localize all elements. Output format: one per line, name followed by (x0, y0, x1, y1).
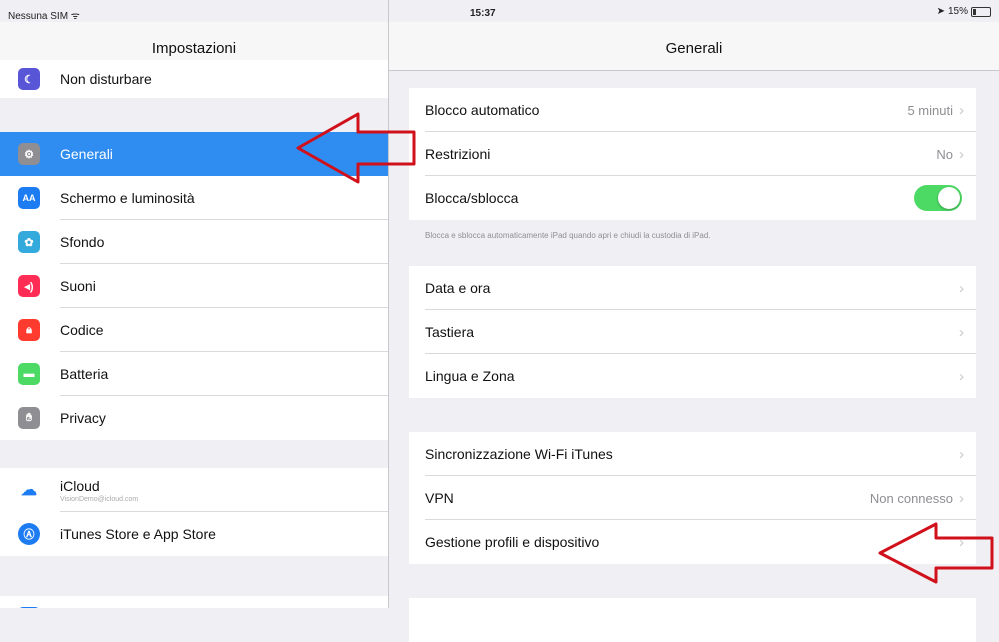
sidebar-item-label: Non disturbare (60, 71, 152, 87)
sidebar-item-sfondo[interactable]: ✿ Sfondo (0, 220, 388, 264)
setting-sync-wifi-itunes[interactable]: Sincronizzazione Wi-Fi iTunes › (409, 432, 976, 476)
footnote: Blocca e sblocca automaticamente iPad qu… (425, 231, 711, 240)
setting-tastiera[interactable]: Tastiera › (409, 310, 976, 354)
sidebar-item-icloud[interactable]: ☁ iCloud VisionDemo@icloud.com (0, 468, 388, 512)
setting-value: 5 minuti (907, 102, 953, 118)
setting-label: Lingua e Zona (425, 368, 515, 384)
wallpaper-icon: ✿ (18, 231, 40, 253)
sidebar-item-label: iCloud (60, 477, 100, 494)
battery-status: ➤ 15% (937, 6, 991, 17)
chevron-right-icon: › (959, 101, 964, 119)
appstore-icon: Ⓐ (18, 523, 40, 545)
moon-icon: ☾ (18, 68, 40, 90)
gear-icon: ⚙ (18, 143, 40, 165)
detail-header: Generali (389, 22, 999, 71)
sidebar-item-label: Suoni (60, 278, 96, 294)
sidebar-item-label: Sfondo (60, 234, 105, 250)
chevron-right-icon: › (959, 145, 964, 163)
lock-icon: 🔒︎ (18, 319, 40, 341)
sidebar-item-label: Codice (60, 322, 104, 338)
lock-unlock-toggle[interactable] (914, 185, 962, 211)
icloud-account-email: VisionDemo@icloud.com (60, 495, 139, 503)
detail-panel: Generali Blocco automatico 5 minuti › Re… (389, 0, 999, 642)
sidebar-item-appstore[interactable]: Ⓐ iTunes Store e App Store (0, 512, 388, 556)
chevron-right-icon: › (959, 279, 964, 297)
setting-label: Blocco automatico (425, 102, 540, 118)
status-bar: Nessuna SIM ᯤ 15:37 ➤ 15% (0, 0, 999, 22)
setting-label: Restrizioni (425, 146, 491, 162)
display-icon: AA (18, 187, 40, 209)
battery-icon: ▬ (18, 363, 40, 385)
setting-value: No (936, 146, 953, 162)
sidebar-item-label: iTunes Store e App Store (60, 526, 216, 542)
cloud-icon: ☁ (18, 479, 40, 501)
setting-vpn[interactable]: VPN Non connesso › (409, 476, 976, 520)
setting-blocca-sblocca: Blocca/sblocca (409, 176, 976, 220)
sidebar-title: Impostazioni (151, 40, 237, 57)
chevron-right-icon: › (959, 323, 964, 341)
chevron-right-icon: › (959, 367, 964, 385)
sidebar-item-batteria[interactable]: ▬ Batteria (0, 352, 388, 396)
setting-label: Data e ora (425, 280, 491, 296)
battery-percent: 15% (947, 6, 968, 17)
sidebar-item-non-disturbare[interactable]: ☾ Non disturbare (0, 60, 388, 98)
sidebar-item-label: Schermo e luminosità (60, 190, 195, 206)
annotation-arrow-left-profiles (878, 522, 994, 584)
settings-sidebar: Impostazioni ☾ Non disturbare ⚙ Generali… (0, 0, 389, 608)
sidebar-item-partial[interactable] (0, 596, 388, 608)
chevron-right-icon: › (959, 445, 964, 463)
sidebar-item-label: Generali (60, 146, 113, 162)
clock: 15:37 (470, 8, 496, 19)
sidebar-item-privacy[interactable]: ✋︎ Privacy (0, 396, 388, 440)
setting-label: Sincronizzazione Wi-Fi iTunes (425, 446, 613, 462)
chevron-right-icon: › (959, 489, 964, 507)
setting-data-e-ora[interactable]: Data e ora › (409, 266, 976, 310)
speaker-icon: ◂) (18, 275, 40, 297)
sidebar-item-label: Batteria (60, 366, 109, 382)
location-arrow-icon: ➤ (936, 6, 945, 17)
setting-label: Blocca/sblocca (425, 190, 519, 206)
setting-lingua-e-zona[interactable]: Lingua e Zona › (409, 354, 976, 398)
sidebar-item-codice[interactable]: 🔒︎ Codice (0, 308, 388, 352)
setting-label: VPN (425, 490, 454, 506)
battery-icon (971, 6, 991, 17)
setting-label: Tastiera (425, 324, 475, 340)
annotation-arrow-left (296, 112, 416, 184)
setting-partial[interactable] (409, 598, 976, 642)
page-title: Generali (665, 40, 723, 57)
setting-value: Non connesso (869, 490, 953, 506)
hand-icon: ✋︎ (18, 407, 40, 429)
toggle-knob (938, 187, 960, 209)
setting-blocco-automatico[interactable]: Blocco automatico 5 minuti › (409, 88, 976, 132)
sidebar-item-label: Privacy (60, 410, 106, 426)
setting-restrizioni[interactable]: Restrizioni No › (409, 132, 976, 176)
sidebar-item-suoni[interactable]: ◂) Suoni (0, 264, 388, 308)
carrier-label: Nessuna SIM ᯤ (8, 11, 80, 22)
